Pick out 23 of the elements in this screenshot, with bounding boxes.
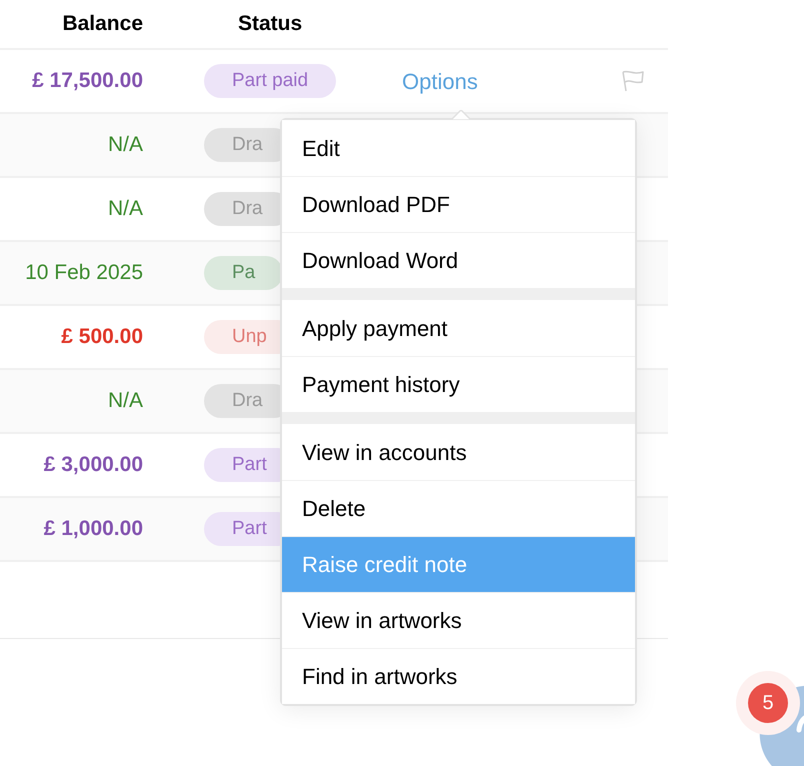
balance-cell-text: £ 500.00 — [60, 324, 143, 350]
balance-cell-text: £ 1,000.00 — [42, 516, 143, 542]
balance-cell-text: £ 17,500.00 — [31, 68, 143, 94]
menu-item[interactable]: View in artworks — [282, 592, 635, 648]
balance-cell-text: N/A — [106, 196, 143, 222]
menu-item[interactable]: View in accounts — [282, 424, 635, 480]
menu-item[interactable]: Find in artworks — [282, 648, 635, 704]
column-header: Status — [238, 11, 302, 38]
balance-cell-text: £ 3,000.00 — [42, 452, 143, 478]
column-header: Balance — [61, 11, 143, 38]
menu-item[interactable]: Delete — [282, 480, 635, 536]
flag-icon[interactable] — [620, 69, 646, 93]
balance-cell-text: N/A — [106, 132, 143, 158]
menu-item[interactable]: Download PDF — [282, 176, 635, 232]
status-badge: Part paid — [204, 64, 336, 98]
menu-item[interactable]: Payment history — [282, 356, 635, 412]
balance-cell-text: N/A — [106, 388, 143, 414]
notification-badge: 5 — [748, 683, 788, 723]
menu-item[interactable]: Edit — [282, 120, 635, 176]
menu-item[interactable]: Download Word — [282, 232, 635, 288]
menu-item[interactable]: Apply payment — [282, 300, 635, 356]
chat-bubble[interactable]: 5 — [736, 671, 804, 766]
balance-cell-text: 10 Feb 2025 — [24, 260, 143, 286]
